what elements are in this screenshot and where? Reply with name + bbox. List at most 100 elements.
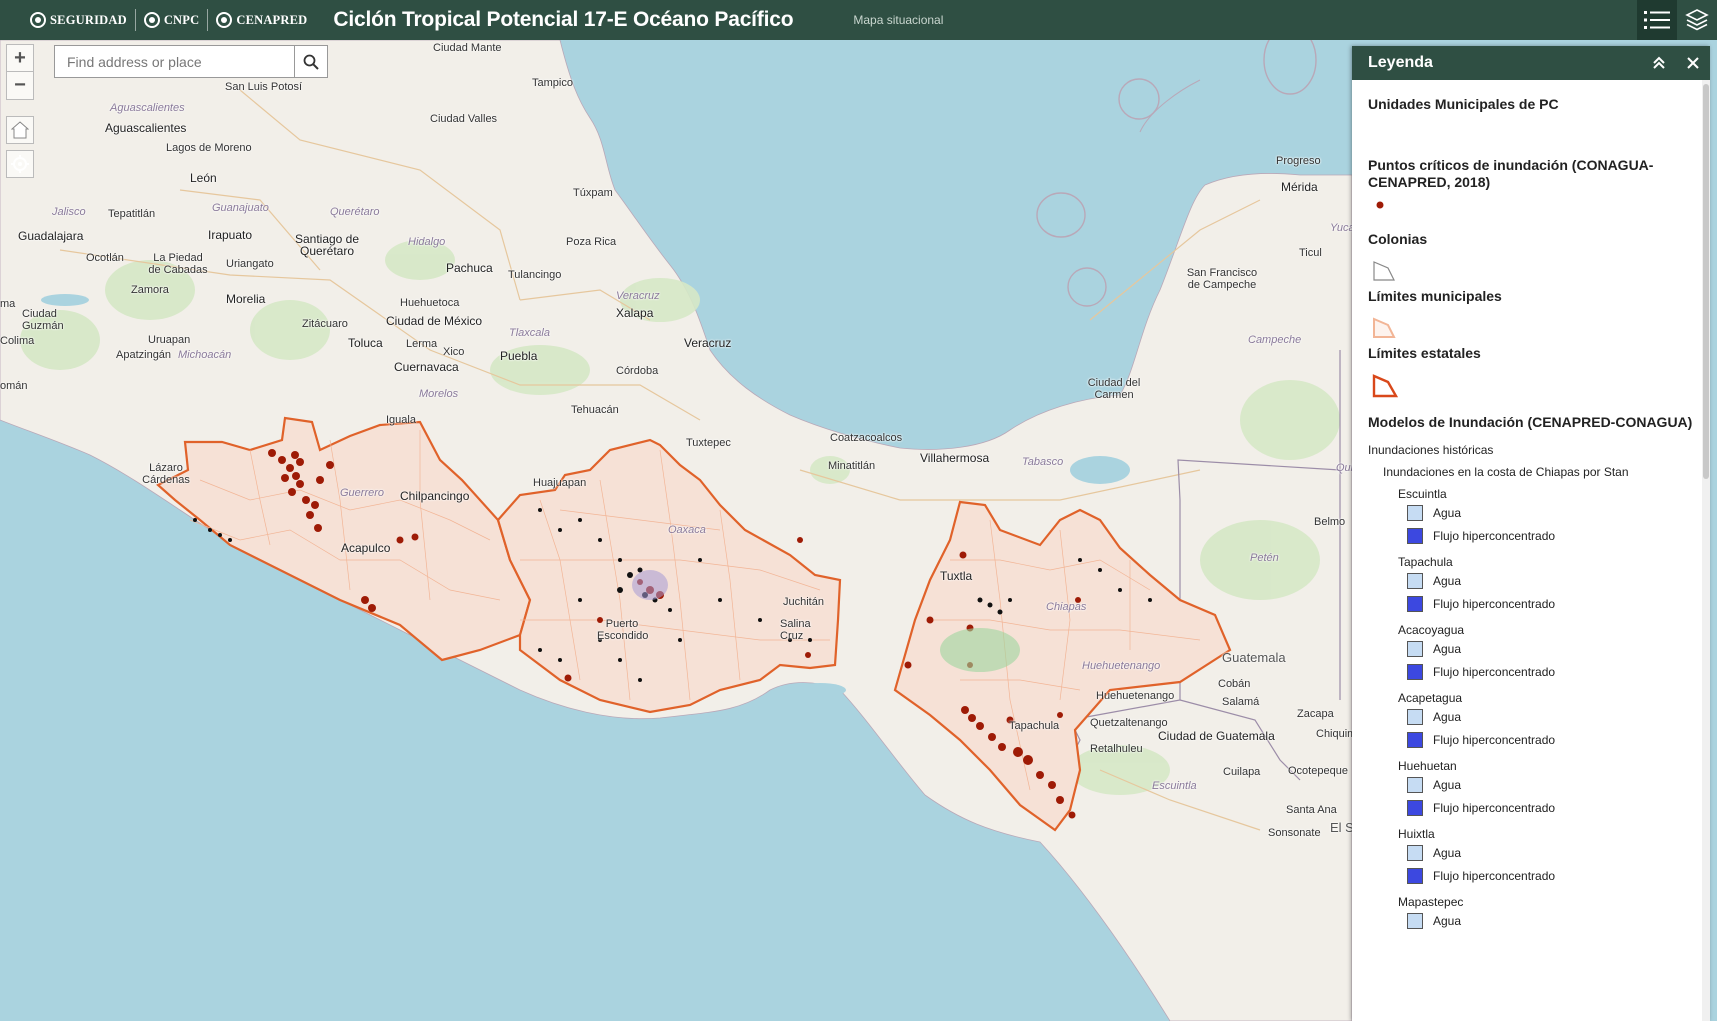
reef-2: [1036, 192, 1086, 238]
place-label: Chiapas: [1046, 601, 1087, 613]
place-label: Aguascalientes: [110, 102, 185, 114]
logo-cnpc: CNPC: [136, 9, 209, 31]
place-label: Lerma: [406, 338, 438, 350]
legend-symbol-row: [1368, 248, 1694, 288]
legend-item-label: Flujo hiperconcentrado: [1433, 868, 1556, 883]
legend-item: Agua: [1368, 841, 1694, 864]
place-label: Acapulco: [341, 541, 391, 555]
place-label: Tepatitlán: [108, 208, 156, 220]
legend-item-label: Flujo hiperconcentrado: [1433, 800, 1556, 815]
flujo-swatch: [1407, 663, 1423, 680]
place-label: Huehuetoca: [400, 297, 460, 309]
flujo-swatch: [1407, 527, 1423, 544]
legend-item: Flujo hiperconcentrado: [1368, 728, 1694, 751]
place-label: Uriangato: [226, 258, 274, 270]
lake-salina: [794, 683, 846, 697]
flujo-swatch: [1407, 867, 1423, 884]
place-label: Colima: [0, 335, 35, 347]
place-label: Xico: [443, 346, 465, 358]
zoom-in-button[interactable]: +: [6, 44, 34, 72]
legend-item-label: Flujo hiperconcentrado: [1433, 528, 1556, 543]
place-label: Sonsonate: [1268, 827, 1321, 839]
legend-group-name: Acacoyagua: [1398, 623, 1465, 637]
legend-layer-limites-est: Límites estatales: [1368, 345, 1481, 361]
seal-icon: [30, 12, 46, 28]
agua-swatch: [1407, 776, 1423, 793]
zoom-controls: + −: [6, 44, 34, 100]
place-label: Huehuetenango: [1096, 690, 1175, 702]
close-legend-button[interactable]: [1676, 46, 1710, 80]
place-label: Retalhuleu: [1090, 743, 1143, 755]
place-label: Cobán: [1218, 678, 1251, 690]
logo-cnpc-text: CNPC: [163, 12, 200, 27]
place-label: Tuxtla: [940, 569, 973, 583]
double-chevron-up-icon: [1653, 56, 1665, 69]
zoom-out-button[interactable]: −: [6, 72, 34, 100]
layers-button[interactable]: [1677, 0, 1717, 40]
place-label: San Luis Potosí: [225, 81, 303, 93]
agency-logos: SEGURIDAD CNPC CENAPRED: [0, 0, 315, 40]
gulf-islands: [1139, 79, 1201, 133]
scrollbar-thumb[interactable]: [1703, 84, 1709, 479]
legend-item-label: Flujo hiperconcentrado: [1433, 596, 1556, 611]
place-label: Apatzingán: [116, 349, 172, 361]
place-label: Aguascalientes: [105, 121, 187, 135]
place-label: omán: [0, 380, 28, 392]
colonias-polygon-symbol: [1373, 261, 1395, 281]
place-label: Chilpancingo: [400, 489, 470, 503]
app-header: SEGURIDAD CNPC CENAPRED Ciclón Tropical …: [0, 0, 1717, 40]
home-button[interactable]: [6, 116, 34, 144]
legend-item: Agua: [1368, 773, 1694, 796]
place-label: Pachuca: [446, 261, 493, 275]
place-label: ma: [0, 298, 16, 310]
place-label: La Piedad de Cabadas: [148, 252, 208, 276]
place-label: Ciudad Mante: [433, 42, 502, 54]
legend-body[interactable]: Unidades Municipales de PC Puntos crític…: [1352, 80, 1710, 1021]
legend-layer-colonias: Colonias: [1368, 231, 1428, 247]
place-label: Tuxtepec: [686, 437, 731, 449]
header-tools: [1637, 0, 1717, 40]
legend-group-name: Tapachula: [1398, 555, 1453, 569]
place-label: Salina Cruz: [780, 618, 811, 642]
legend-item-label: Agua: [1433, 505, 1462, 520]
legend-group-huixtla: Huixtla Agua Flujo hiperconcentrado: [1368, 827, 1694, 887]
place-label: Progreso: [1276, 155, 1321, 167]
place-label: Iguala: [386, 414, 416, 426]
collapse-legend-button[interactable]: [1642, 46, 1676, 80]
search-input[interactable]: [54, 45, 294, 78]
place-label: Cuilapa: [1223, 766, 1261, 778]
place-label: Tulancingo: [508, 269, 562, 281]
search-button[interactable]: [294, 45, 328, 78]
legend-item-label: Flujo hiperconcentrado: [1433, 732, 1556, 747]
legend-layer-modelos: Modelos de Inundación (CENAPRED-CONAGUA): [1368, 414, 1693, 430]
place-label: Cuernavaca: [394, 360, 459, 374]
place-label: Coatzacoalcos: [830, 432, 903, 444]
flood-zone-oaxaca: [632, 570, 668, 600]
legend-group-acacoyagua: Acacoyagua Agua Flujo hiperconcentrado: [1368, 623, 1694, 683]
legend-list-button[interactable]: [1637, 0, 1677, 40]
place-label: Túxpam: [573, 187, 613, 199]
reef-1: [1118, 78, 1160, 120]
place-label: Quetzaltenango: [1090, 717, 1168, 729]
search-icon: [303, 54, 319, 70]
place-label: San Francisco de Campeche: [1186, 267, 1258, 291]
place-label: León: [190, 171, 217, 185]
lake-chapala: [41, 294, 89, 306]
legend-scrollbar[interactable]: [1702, 80, 1710, 1021]
locate-button[interactable]: [6, 150, 34, 178]
legend-group-huehuetan: Huehuetan Agua Flujo hiperconcentrado: [1368, 759, 1694, 819]
place-label: Oaxaca: [668, 524, 706, 536]
legend-layer-upc: Unidades Municipales de PC: [1368, 96, 1559, 112]
legend-item: Flujo hiperconcentrado: [1368, 864, 1694, 887]
place-label: Xalapa: [616, 306, 654, 320]
legend-item-label: Agua: [1433, 845, 1462, 860]
app-subtitle: Mapa situacional: [853, 13, 944, 27]
place-label: Querétaro: [330, 206, 380, 218]
place-label: Michoacán: [178, 349, 232, 361]
place-label: Morelos: [419, 388, 459, 400]
place-label: Santa Ana: [1286, 804, 1337, 816]
logo-cenapred: CENAPRED: [208, 9, 315, 31]
place-label: Tehuacán: [571, 404, 619, 416]
place-label: Santiago de Querétaro: [294, 232, 360, 258]
place-label: Puebla: [500, 349, 538, 363]
